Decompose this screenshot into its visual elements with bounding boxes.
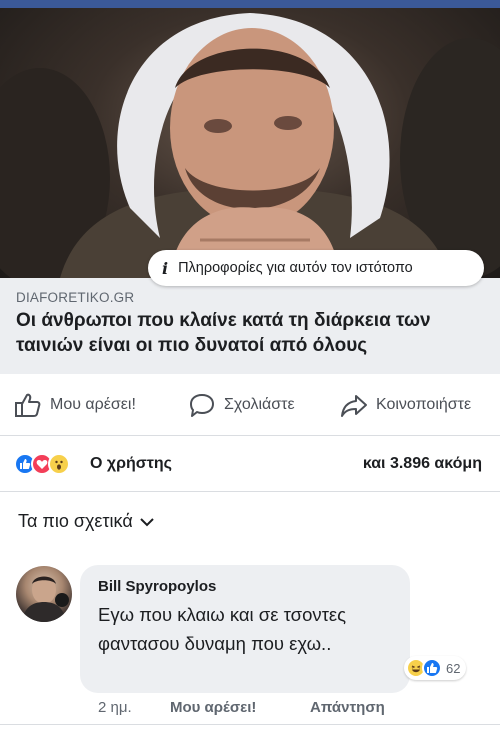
sort-label: Τα πιο σχετικά [18,511,133,531]
avatar[interactable] [16,566,72,622]
link-title[interactable]: Οι άνθρωποι που κλαίνε κατά τη διάρκεια … [16,308,486,358]
share-button[interactable]: Κοινοποιήστε [340,392,471,418]
chevron-down-icon [140,517,154,526]
reaction-icons [14,453,70,475]
link-preview[interactable]: DIAFORETIKO.GR Οι άνθρωποι που κλαίνε κα… [0,278,500,374]
info-icon: i [162,258,169,278]
comment-reaction-count: 62 [446,660,461,676]
like-button[interactable]: Μου αρέσει! [14,392,136,418]
link-domain: DIAFORETIKO.GR [16,290,135,305]
site-info-button[interactable]: i Πληροφορίες για αυτόν τον ιστότοπο [148,250,484,286]
reaction-others[interactable]: και 3.896 ακόμη [363,455,482,473]
comment-reply-button[interactable]: Απάντηση [310,699,385,716]
comment-reactions[interactable]: 62 [404,656,467,680]
avatar-image [22,576,69,622]
comment-icon [190,394,214,417]
comment-text: Εγω που κλαιω και σε τσοντες φαντασου δυ… [98,604,347,654]
comment-sort-dropdown[interactable]: Τα πιο σχετικά [18,511,155,532]
top-bar [0,0,500,8]
like-icon [422,658,442,678]
share-label: Κοινοποιήστε [376,396,472,413]
post-actions: Μου αρέσει! Σχολιάστε Κοινοποιήστε [0,374,500,436]
like-label: Μου αρέσει! [50,396,136,413]
comment-like-button[interactable]: Μου αρέσει! [170,699,256,716]
share-icon [341,395,367,417]
reactions-summary[interactable]: Ο χρήστης και 3.896 ακόμη [0,436,500,492]
comment-author[interactable]: Bill Spyropoylos [98,578,216,595]
link-preview-image[interactable] [0,8,500,278]
thumbs-up-icon [15,393,41,417]
wow-icon [48,453,70,475]
comment-button[interactable]: Σχολιάστε [188,392,295,418]
divider [0,724,500,725]
site-info-label: Πληροφορίες για αυτόν τον ιστότοπο [178,260,413,276]
hero-illustration [0,13,500,278]
reaction-user: Ο χρήστης [90,455,172,472]
comment-time[interactable]: 2 ημ. [98,699,132,716]
comment-label: Σχολιάστε [224,396,295,413]
